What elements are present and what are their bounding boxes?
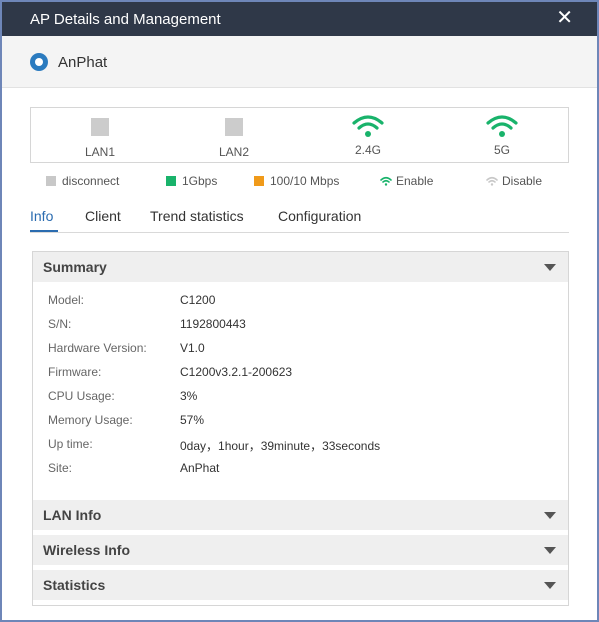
close-icon[interactable]: ✕	[556, 7, 573, 29]
row-value: C1200v3.2.1-200623	[180, 365, 293, 379]
wifi-icon	[380, 176, 392, 186]
row-label: Hardware Version:	[48, 341, 147, 355]
ap-details-dialog: AP Details and Management ✕ AnPhat LAN1 …	[0, 0, 599, 622]
dialog-title: AP Details and Management	[30, 11, 221, 28]
section-title: Statistics	[43, 577, 106, 593]
row-value: 3%	[180, 389, 198, 403]
row-value: V1.0	[180, 341, 205, 355]
square-swatch-icon	[254, 176, 264, 186]
port-label: 2.4G	[354, 143, 381, 157]
row-label: CPU Usage:	[48, 389, 115, 403]
caret-down-icon[interactable]	[544, 547, 556, 554]
legend-label: 100/10 Mbps	[270, 174, 340, 188]
row-label: Site:	[48, 461, 73, 475]
legend-label: disconnect	[62, 174, 120, 188]
port-label: LAN2	[218, 145, 250, 159]
port-status-panel: LAN1 LAN2 2.4G 5G	[30, 107, 569, 163]
tab-info[interactable]: Info	[30, 208, 53, 224]
caret-down-icon[interactable]	[544, 582, 556, 589]
section-title: Summary	[43, 259, 107, 275]
legend-label: Disable	[502, 174, 543, 188]
legend-label: 1Gbps	[182, 174, 218, 188]
row-value: 1192800443	[180, 317, 246, 331]
tab-configuration[interactable]: Configuration	[278, 208, 361, 224]
row-label: Memory Usage:	[48, 413, 133, 427]
port-2-4g: 2.4G	[328, 108, 408, 164]
device-header: AnPhat	[2, 36, 597, 88]
port-square-icon	[225, 118, 243, 136]
section-title: Wireless Info	[43, 542, 131, 558]
tab-client[interactable]: Client	[85, 208, 121, 224]
port-lan2: LAN2	[194, 108, 274, 164]
device-name: AnPhat	[58, 54, 108, 71]
port-label: LAN1	[84, 145, 116, 159]
info-panel: Summary Model: C1200 S/N: 1192800443 Har…	[32, 251, 569, 606]
tab-trend-statistics[interactable]: Trend statistics	[150, 208, 244, 224]
wifi-icon	[352, 115, 384, 137]
legend-100-10mbps: 100/10 Mbps	[254, 174, 339, 188]
row-label: Up time:	[48, 437, 93, 451]
section-title: LAN Info	[43, 507, 102, 523]
active-tab-indicator	[30, 230, 58, 232]
row-value: AnPhat	[180, 461, 220, 475]
port-label: 5G	[493, 143, 510, 157]
row-label: S/N:	[48, 317, 72, 331]
section-lan-info-header[interactable]: LAN Info	[33, 500, 568, 530]
row-value: 57%	[180, 413, 205, 427]
caret-down-icon[interactable]	[544, 512, 556, 519]
square-swatch-icon	[46, 176, 56, 186]
legend-disable: Disable	[486, 174, 542, 188]
port-square-icon	[91, 118, 109, 136]
wifi-icon	[486, 176, 498, 186]
tab-bar: Info Client Trend statistics Configurati…	[30, 205, 569, 233]
row-label: Firmware:	[48, 365, 102, 379]
section-wireless-info-header[interactable]: Wireless Info	[33, 535, 568, 565]
caret-down-icon[interactable]	[544, 264, 556, 271]
square-swatch-icon	[166, 176, 176, 186]
port-lan1: LAN1	[60, 108, 140, 164]
legend-enable: Enable	[380, 174, 433, 188]
port-5g: 5G	[462, 108, 542, 164]
section-statistics-header[interactable]: Statistics	[33, 570, 568, 600]
dialog-titlebar: AP Details and Management ✕	[2, 2, 597, 36]
radio-dot-icon	[30, 53, 48, 71]
section-summary-header[interactable]: Summary	[33, 252, 568, 282]
legend-disconnect: disconnect	[46, 174, 119, 188]
row-value: C1200	[180, 293, 216, 307]
row-value: 0day，1hour，39minute，33seconds	[180, 439, 381, 453]
legend-label: Enable	[396, 174, 434, 188]
row-label: Model:	[48, 293, 85, 307]
legend-1gbps: 1Gbps	[166, 174, 217, 188]
wifi-icon	[486, 115, 518, 137]
